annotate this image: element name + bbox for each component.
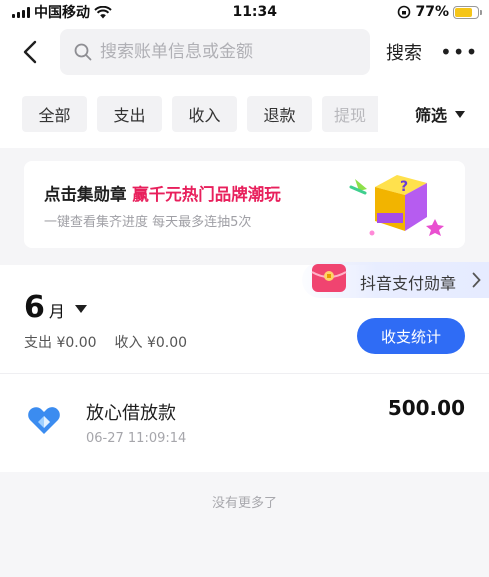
promo-title-main: 点击集勋章 xyxy=(44,185,133,204)
battery-icon xyxy=(453,5,482,19)
caret-down-icon xyxy=(455,110,465,118)
promo-title-accent: 赢千元热门品牌潮玩 xyxy=(132,185,281,204)
battery-fill xyxy=(455,7,472,17)
filter-row: 全部 支出 收入 退款 提现 筛选 xyxy=(22,96,489,132)
filter-chip-refund[interactable]: 退款 xyxy=(247,96,312,132)
filter-chip-income[interactable]: 收入 xyxy=(172,96,237,132)
caret-down-icon xyxy=(74,305,87,313)
search-icon xyxy=(74,43,92,61)
back-button[interactable] xyxy=(0,28,60,76)
transaction-amount: 500.00 xyxy=(387,396,465,420)
chevron-right-icon xyxy=(472,272,481,288)
battery-percent: 77% xyxy=(415,4,449,20)
expense-total: 支出 ¥0.00 xyxy=(24,335,97,351)
search-box[interactable] xyxy=(60,29,370,75)
month-picker[interactable]: 6 月 xyxy=(24,290,87,325)
signal-icon xyxy=(12,6,30,18)
transaction-time: 06-27 11:09:14 xyxy=(86,431,187,446)
payment-badge-link[interactable]: 抖音支付勋章 xyxy=(302,262,489,298)
filter-label: 筛选 xyxy=(414,106,447,125)
promo-card[interactable]: 点击集勋章 赢千元热门品牌潮玩 一键查看集齐进度 每天最多连抽5次 ? xyxy=(24,161,465,248)
promo-title: 点击集勋章 赢千元热门品牌潮玩 xyxy=(44,181,281,205)
filter-chip-all[interactable]: 全部 xyxy=(22,96,87,132)
income-total: 收入 ¥0.00 xyxy=(114,335,188,351)
wifi-icon xyxy=(94,5,112,18)
mystery-box-icon: ? xyxy=(349,175,444,236)
no-more-text: 没有更多了 xyxy=(211,496,277,511)
list-footer: 没有更多了 xyxy=(0,472,489,577)
red-envelope-icon xyxy=(311,264,347,292)
carrier-label: 中国移动 xyxy=(34,5,90,21)
orientation-lock-icon xyxy=(398,5,411,19)
svg-text:?: ? xyxy=(400,179,408,195)
filter-chip-expense[interactable]: 支出 xyxy=(97,96,162,132)
month-summary: 支出 ¥0.00 收入 ¥0.00 xyxy=(24,332,187,352)
fangxinjie-logo-icon xyxy=(28,407,60,434)
month-unit: 月 xyxy=(48,302,65,321)
transaction-title: 放心借放款 xyxy=(86,403,176,424)
chevron-left-icon xyxy=(23,40,37,64)
promo-section: 点击集勋章 赢千元热门品牌潮玩 一键查看集齐进度 每天最多连抽5次 ? xyxy=(0,148,489,265)
transaction-row[interactable]: 放心借放款 06-27 11:09:14 500.00 xyxy=(0,382,489,468)
status-right: 77% xyxy=(397,4,482,20)
filter-chip-withdraw[interactable]: 提现 xyxy=(322,96,378,132)
month-number: 6 xyxy=(24,290,45,325)
more-button[interactable]: ••• xyxy=(440,40,478,64)
stats-button[interactable]: 收支统计 xyxy=(357,318,465,354)
filter-button[interactable]: 筛选 xyxy=(404,96,465,132)
search-button[interactable]: 搜索 xyxy=(386,39,422,65)
promo-subtitle: 一键查看集齐进度 每天最多连抽5次 xyxy=(44,215,252,230)
status-time: 11:34 xyxy=(232,4,278,20)
search-header: 搜索 ••• xyxy=(0,28,489,76)
badge-label: 抖音支付勋章 xyxy=(360,274,457,293)
status-left: 中国移动 xyxy=(12,2,112,22)
divider xyxy=(0,373,489,374)
status-bar: 中国移动 11:34 77% xyxy=(0,0,489,24)
search-input[interactable] xyxy=(100,42,360,62)
